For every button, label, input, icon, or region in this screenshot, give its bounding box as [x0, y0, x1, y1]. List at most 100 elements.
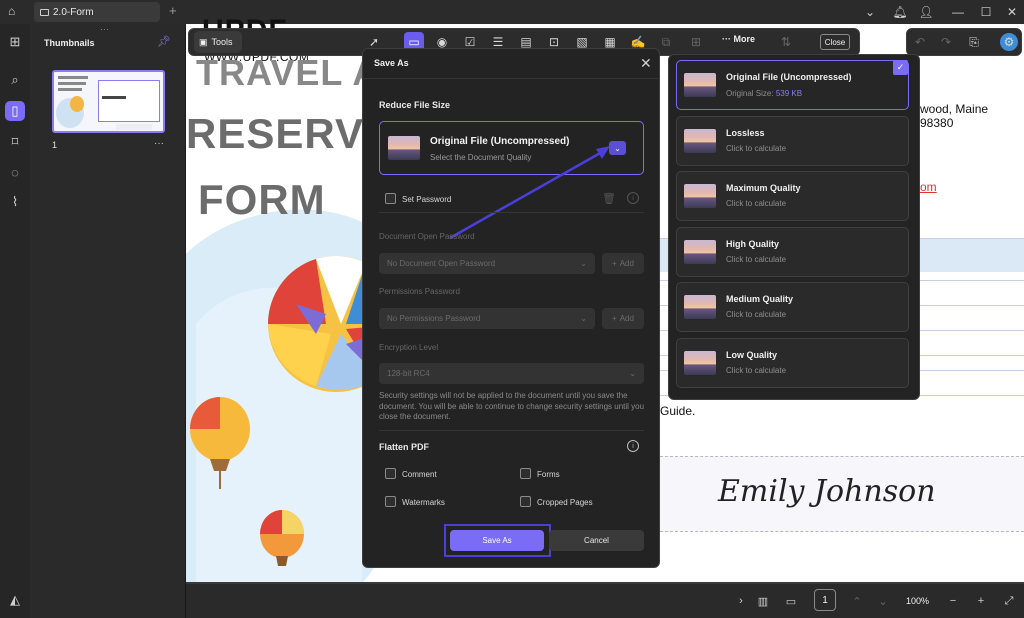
check-icon: ✓: [893, 60, 908, 75]
pin-icon[interactable]: 📌︎: [157, 35, 171, 48]
drag-handle-icon[interactable]: ···: [100, 24, 109, 34]
signature-text: Emily Johnson: [718, 474, 936, 509]
reduce-size-label: Reduce File Size: [379, 100, 451, 110]
close-toolbar-button[interactable]: Close: [820, 34, 850, 50]
divider: [379, 430, 644, 431]
flatten-forms-checkbox[interactable]: [520, 468, 531, 479]
original-size-value: 539 KB: [775, 89, 803, 98]
address-text: wood, Maine 98380: [920, 102, 989, 130]
copy-tool-icon[interactable]: ⧉: [656, 32, 676, 52]
flatten-watermarks-label: Watermarks: [402, 498, 445, 507]
updf-logo-icon[interactable]: ◭: [5, 590, 25, 610]
dialog-close-icon[interactable]: ✕: [640, 55, 652, 72]
quality-option-thumbnail: [684, 295, 716, 319]
quality-option-subtitle: Click to calculate: [726, 255, 787, 264]
permissions-password-select[interactable]: No Permissions Password ⌄: [379, 308, 595, 329]
prev-page-icon[interactable]: ⌃: [848, 592, 866, 610]
form-title-line3: FORM: [198, 176, 326, 223]
tools-button[interactable]: ▣ Tools: [194, 31, 242, 53]
more-label: More: [733, 34, 756, 44]
original-size-label: Original Size:: [726, 89, 774, 98]
quality-option-title: Low Quality: [726, 350, 778, 360]
add-label: Add: [619, 314, 634, 323]
page-number-input[interactable]: 1: [814, 589, 836, 611]
maximize-button[interactable]: ☐: [976, 2, 996, 22]
chevron-down-icon: ⌄: [580, 314, 587, 323]
home-icon[interactable]: ⌂: [8, 4, 15, 18]
add-tab-button[interactable]: +: [169, 3, 177, 18]
security-note: Security settings will not be applied to…: [379, 391, 645, 421]
encryption-label: Encryption Level: [379, 343, 439, 352]
undo-icon[interactable]: ↶: [910, 32, 930, 52]
dialog-title: Save As: [374, 58, 409, 68]
quality-option-title: Medium Quality: [726, 294, 794, 304]
quality-option-thumbnail: [684, 73, 716, 97]
flatten-label: Flatten PDF: [379, 442, 430, 452]
next-page-icon[interactable]: ⌄: [874, 592, 892, 610]
document-tab[interactable]: 2.0-Form: [34, 2, 160, 22]
set-password-checkbox[interactable]: [385, 193, 396, 204]
open-password-select[interactable]: No Document Open Password ⌄: [379, 253, 595, 274]
save-as-button[interactable]: Save As: [450, 530, 544, 551]
attachment-icon[interactable]: ⌇: [5, 192, 25, 212]
quality-option-subtitle: Click to calculate: [726, 366, 787, 375]
more-button[interactable]: ··· More: [722, 34, 755, 44]
add-open-password-button[interactable]: + Add: [602, 253, 644, 274]
pages-icon[interactable]: ▯: [5, 101, 25, 121]
permissions-password-label: Permissions Password: [379, 287, 460, 296]
save-icon[interactable]: ⎘: [964, 32, 984, 52]
thumbnails-title: Thumbnails: [44, 38, 95, 48]
flatten-cropped-label: Cropped Pages: [537, 498, 593, 507]
align-icon[interactable]: ⇅: [776, 32, 796, 52]
search-icon[interactable]: ⌕: [5, 70, 25, 90]
quality-option-title: Lossless: [726, 128, 765, 138]
account-icon[interactable]: 👤︎: [916, 2, 936, 22]
page-thumbnail[interactable]: [52, 70, 165, 133]
zoom-in-icon[interactable]: +: [972, 592, 990, 610]
encryption-select[interactable]: 128-bit RC4 ⌄: [379, 363, 644, 384]
plus-icon: +: [612, 259, 617, 268]
comment-icon[interactable]: ◌: [5, 162, 25, 182]
flatten-cropped-checkbox[interactable]: [520, 496, 531, 507]
info-icon[interactable]: i: [627, 440, 639, 452]
ai-assistant-icon[interactable]: ⚙: [1000, 33, 1018, 51]
fit-page-icon[interactable]: ⤢: [1000, 592, 1018, 610]
cancel-button[interactable]: Cancel: [549, 530, 644, 551]
page-number-label: 1: [52, 140, 58, 150]
redo-icon[interactable]: ↷: [936, 32, 956, 52]
add-label: Add: [619, 259, 634, 268]
chevron-down-icon: ⌄: [629, 369, 636, 378]
collapse-icon[interactable]: ›: [732, 592, 750, 610]
quality-option-subtitle: Click to calculate: [726, 310, 787, 319]
quality-option-subtitle: Click to calculate: [726, 199, 787, 208]
divider: [379, 212, 644, 213]
divider: [362, 78, 660, 79]
permissions-password-value: No Permissions Password: [387, 314, 481, 323]
chevron-down-icon[interactable]: ⌄: [860, 2, 880, 22]
plus-icon: +: [612, 314, 617, 323]
thumbnail-more-icon[interactable]: ···: [154, 138, 164, 149]
minimize-button[interactable]: —: [948, 2, 968, 22]
info-icon[interactable]: i: [627, 192, 639, 204]
presentation-icon[interactable]: ▭: [782, 592, 800, 610]
bookmark-icon[interactable]: ⌑: [5, 132, 25, 152]
trash-icon[interactable]: 🗑︎: [602, 192, 616, 205]
quality-option-thumbnail: [684, 184, 716, 208]
email-link[interactable]: om: [920, 180, 937, 194]
quality-option-title: High Quality: [726, 239, 780, 249]
apps-icon[interactable]: ⊞: [5, 32, 25, 52]
zoom-out-icon[interactable]: −: [944, 592, 962, 610]
quality-option-subtitle: Click to calculate: [726, 144, 787, 153]
add-permissions-password-button[interactable]: + Add: [602, 308, 644, 329]
quality-option-title: Maximum Quality: [726, 183, 801, 193]
flatten-comment-label: Comment: [402, 470, 437, 479]
grid-tool-icon[interactable]: ⊞: [686, 32, 706, 52]
notification-icon[interactable]: 🔔︎: [890, 2, 910, 22]
flatten-comment-checkbox[interactable]: [385, 468, 396, 479]
window-close-button[interactable]: ✕: [1002, 2, 1022, 22]
open-password-label: Document Open Password: [379, 232, 475, 241]
page-view-icon[interactable]: ▥: [754, 592, 772, 610]
zoom-level[interactable]: 100%: [906, 596, 929, 606]
quality-thumbnail: [388, 136, 420, 160]
flatten-watermarks-checkbox[interactable]: [385, 496, 396, 507]
